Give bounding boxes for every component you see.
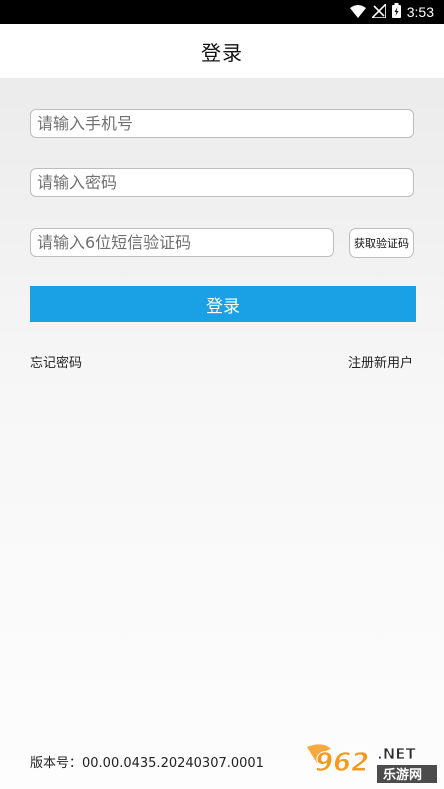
register-link[interactable]: 注册新用户 xyxy=(348,352,413,371)
watermark-subtitle: 乐游网 xyxy=(383,767,422,783)
watermark-suffix: .NET xyxy=(377,745,416,763)
version-label: 版本号：00.00.0435.20240307.0001 xyxy=(30,756,264,771)
no-signal-icon xyxy=(369,1,387,22)
phone-input[interactable] xyxy=(30,109,414,138)
watermark-number: 962 xyxy=(315,748,369,778)
get-code-button[interactable]: 获取验证码 xyxy=(349,228,414,258)
status-icons: 3:53 xyxy=(349,0,434,24)
app-header: 登录 xyxy=(0,24,444,78)
battery-charging-icon xyxy=(391,2,401,22)
status-time: 3:53 xyxy=(406,4,434,20)
password-input[interactable] xyxy=(30,168,414,197)
page-title: 登录 xyxy=(201,40,243,65)
status-bar: 3:53 xyxy=(0,0,444,24)
sms-code-input[interactable] xyxy=(30,228,334,257)
wifi-icon xyxy=(349,3,366,22)
login-button[interactable]: 登录 xyxy=(30,286,416,322)
forgot-password-link[interactable]: 忘记密码 xyxy=(30,352,82,371)
watermark-logo: 962 .NET 乐游网 xyxy=(303,741,441,785)
